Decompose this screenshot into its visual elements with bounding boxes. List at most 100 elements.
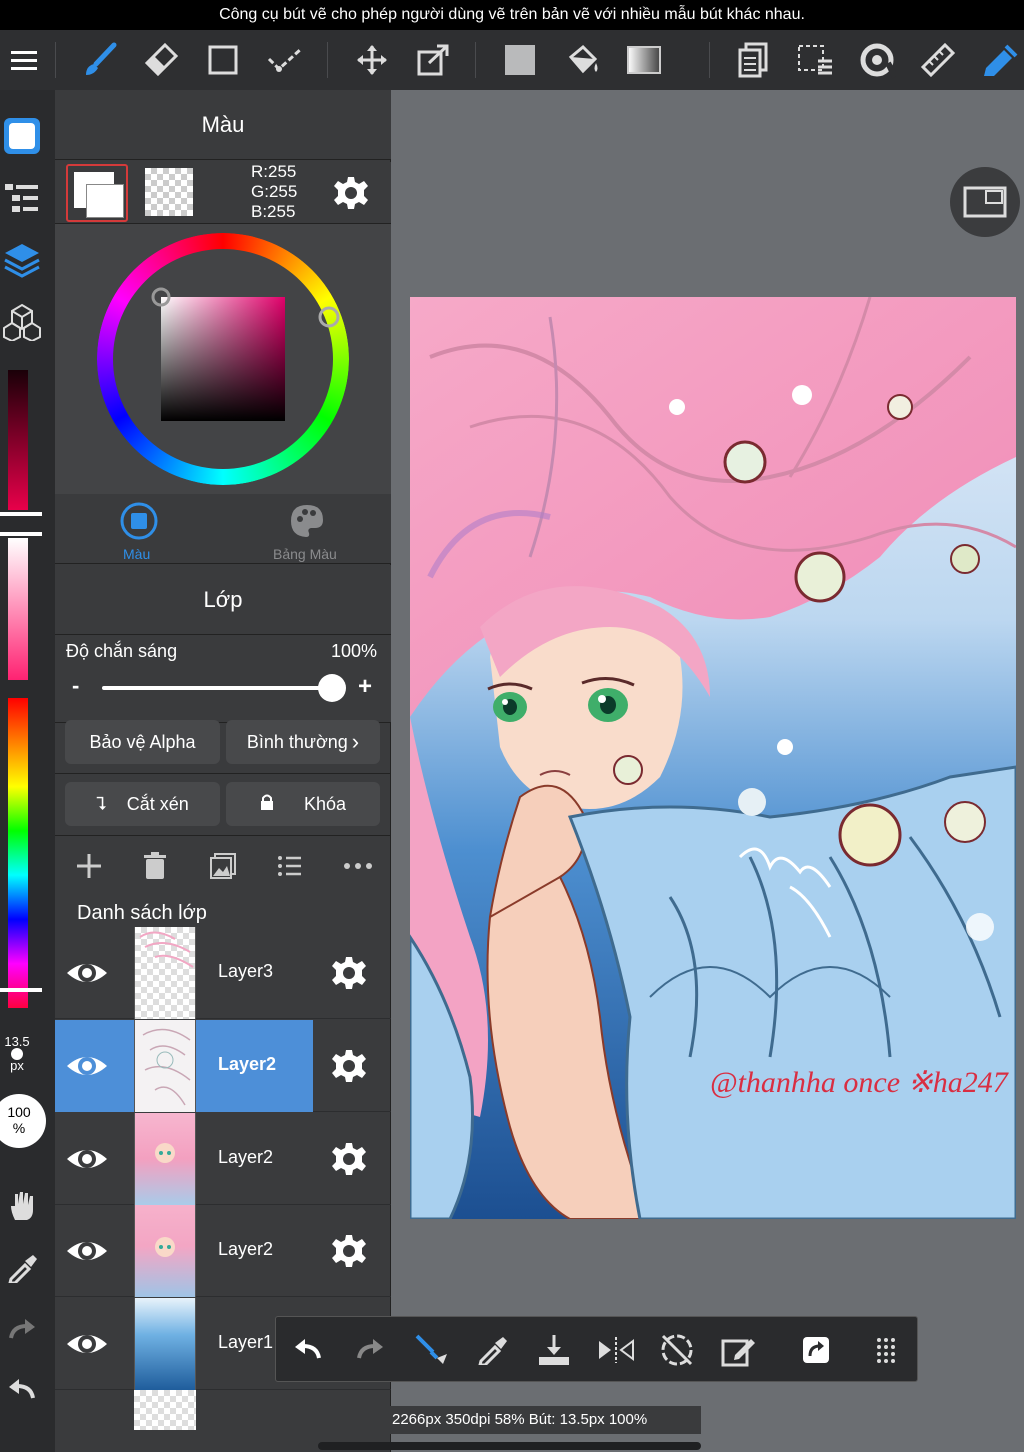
move-icon[interactable]: [348, 36, 396, 84]
opacity-plus-button[interactable]: +: [358, 673, 372, 701]
opacity-slider-handle[interactable]: [318, 674, 346, 702]
layer-panel-title: Lớp: [55, 565, 391, 635]
layer-thumbnail: [134, 1298, 196, 1390]
add-layer-icon[interactable]: [75, 852, 103, 880]
artwork-illustration: @thanhha once ※ha247: [410, 297, 1016, 1219]
lasso-icon[interactable]: [853, 36, 901, 84]
layer-settings-gear-icon[interactable]: [331, 1141, 367, 1177]
snap-icon[interactable]: [976, 36, 1024, 84]
main-color-swatch[interactable]: [66, 164, 128, 222]
color-tab-label[interactable]: Màu: [123, 546, 150, 562]
blend-mode-button[interactable]: Bình thường ›: [226, 720, 380, 764]
materials-icon[interactable]: [2, 302, 42, 342]
eye-icon[interactable]: [65, 1046, 109, 1086]
saturation-slider[interactable]: [8, 538, 28, 680]
layer-list-menu-icon[interactable]: [277, 852, 303, 880]
eye-icon[interactable]: [65, 1324, 109, 1364]
clip-arrow-icon: ⮧: [96, 793, 107, 814]
save-download-icon[interactable]: [530, 1326, 578, 1374]
layer-thumbnail: [134, 927, 196, 1019]
bottom-toolbar: [275, 1316, 918, 1382]
delete-layer-icon[interactable]: [143, 852, 167, 880]
undo-icon[interactable]: [2, 1370, 42, 1410]
side-panel: Màu R:255 G:255 B:255 Màu Bảng Màu Lớp Đ…: [55, 90, 391, 1452]
transform-icon[interactable]: [409, 36, 457, 84]
status-bar: 2266px 350dpi 58% Bút: 13.5px 100%: [390, 1406, 701, 1434]
gradient-icon[interactable]: [620, 36, 668, 84]
layer-name: Layer1: [218, 1332, 274, 1352]
rotate-reset-icon[interactable]: [653, 1326, 701, 1374]
layer-thumbnail-partial: [134, 1390, 196, 1430]
layer-row-selected[interactable]: Layer2: [55, 1020, 391, 1112]
layer-settings-gear-icon[interactable]: [331, 1048, 367, 1084]
layer-opacity-row: Độ chắn sáng 100% - +: [55, 635, 391, 723]
grid-menu-icon[interactable]: [862, 1326, 910, 1374]
opacity-minus-button[interactable]: -: [72, 673, 79, 699]
brush-icon[interactable]: [76, 36, 124, 84]
undo-icon[interactable]: [284, 1326, 332, 1374]
color-panel-icon[interactable]: [2, 116, 42, 156]
eye-icon[interactable]: [65, 1231, 109, 1271]
ruler-icon[interactable]: [914, 36, 962, 84]
share-icon[interactable]: [792, 1326, 840, 1374]
color-swatch-row: R:255 G:255 B:255: [55, 162, 391, 224]
caption-bar: Công cụ bút vẽ cho phép người dùng vẽ tr…: [0, 0, 1024, 30]
chevron-right-icon: ›: [351, 729, 360, 754]
palette-tab-icon[interactable]: [288, 502, 326, 540]
color-tab-icon[interactable]: [120, 502, 158, 540]
edit-canvas-icon[interactable]: [715, 1326, 763, 1374]
lock-button[interactable]: Khóa: [226, 782, 380, 826]
clipping-button[interactable]: ⮧ Cắt xén: [65, 782, 220, 826]
more-options-icon[interactable]: [343, 858, 373, 874]
drawing-canvas[interactable]: @thanhha once ※ha247: [410, 297, 1016, 1219]
layer-thumbnail: [134, 1113, 196, 1205]
brightness-slider[interactable]: [8, 370, 28, 510]
layer-thumbnail: [134, 1205, 196, 1297]
color-settings-gear-icon[interactable]: [333, 175, 369, 211]
color-wheel-area: [55, 224, 391, 494]
fill-color-icon[interactable]: [496, 36, 544, 84]
opacity-slider[interactable]: [102, 686, 332, 690]
hand-icon[interactable]: [2, 1186, 42, 1226]
selection-pen-icon[interactable]: [261, 36, 309, 84]
sub-color-swatch[interactable]: [145, 168, 193, 216]
panel-toggle-button[interactable]: [950, 167, 1020, 237]
brush-stabilizer-icon[interactable]: [407, 1326, 455, 1374]
redo-icon[interactable]: [346, 1326, 394, 1374]
brush-size-readout[interactable]: 13.5 px: [2, 1035, 32, 1072]
opacity-label: Độ chắn sáng: [66, 641, 178, 661]
layers-icon[interactable]: [2, 240, 42, 280]
color-mode-tabs: Màu Bảng Màu: [55, 494, 391, 564]
layer-name: Layer2: [218, 1054, 277, 1074]
hue-slider[interactable]: [8, 698, 28, 1008]
flip-horizontal-icon[interactable]: [592, 1326, 640, 1374]
select-area-icon[interactable]: [791, 36, 839, 84]
layer-settings-gear-icon[interactable]: [331, 955, 367, 991]
saturation-handle[interactable]: [0, 532, 42, 536]
bucket-icon[interactable]: [558, 36, 606, 84]
brush-opacity-readout[interactable]: 100 %: [0, 1094, 46, 1148]
eraser-icon[interactable]: [137, 36, 185, 84]
layer-settings-gear-icon[interactable]: [331, 1233, 367, 1269]
redo-icon[interactable]: [2, 1310, 42, 1350]
menu-icon[interactable]: [0, 36, 48, 84]
layer-list-icon[interactable]: [2, 178, 42, 218]
eyedropper-icon[interactable]: [468, 1326, 516, 1374]
color-wheel[interactable]: [55, 224, 391, 494]
layer-image-icon[interactable]: [209, 852, 237, 880]
eye-icon[interactable]: [65, 1139, 109, 1179]
eyedropper-icon[interactable]: [2, 1248, 42, 1288]
layer-row[interactable]: Layer3: [55, 927, 391, 1019]
alpha-protect-button[interactable]: Bảo vệ Alpha: [65, 720, 220, 764]
eye-icon[interactable]: [65, 953, 109, 993]
layer-row[interactable]: Layer2: [55, 1113, 391, 1205]
layer-row[interactable]: Layer2: [55, 1205, 391, 1297]
rectangle-icon[interactable]: [199, 36, 247, 84]
hue-handle[interactable]: [0, 988, 42, 992]
palette-tab-label[interactable]: Bảng Màu: [273, 546, 337, 562]
brightness-handle[interactable]: [0, 512, 42, 516]
blend-mode-label: Bình thường: [246, 731, 348, 752]
layer-copy-icon[interactable]: [729, 36, 777, 84]
opacity-value: 100%: [331, 641, 378, 661]
clipping-label: Cắt xén: [126, 793, 189, 814]
